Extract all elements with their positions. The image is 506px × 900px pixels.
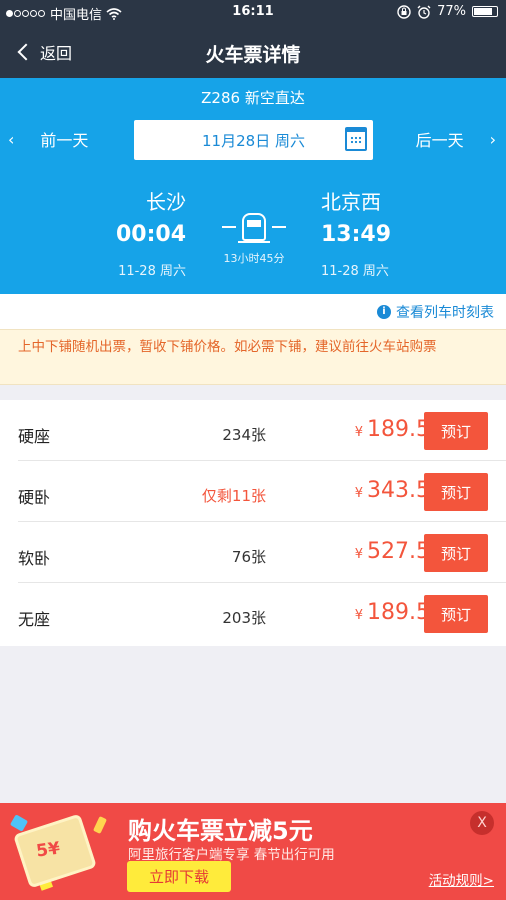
chevron-left-icon: ‹ <box>8 129 15 149</box>
seat-availability: 仅剩11张 <box>201 487 266 505</box>
berth-notice: 上中下铺随机出票，暂收下铺价格。如必需下铺，建议前往火车站购票 <box>0 329 506 385</box>
arrival-city: 北京西 <box>321 190 381 214</box>
coupon-ticket-text: 5¥ <box>35 838 62 862</box>
book-button[interactable]: 预订 <box>424 412 488 450</box>
train-header: Z286 新空直达 ‹ 前一天 11月28日 周六 后一天 › 长沙 00:04… <box>0 78 506 294</box>
timetable-link[interactable]: i 查看列车时刻表 <box>377 302 494 322</box>
currency-symbol: ¥ <box>354 425 364 440</box>
confetti-decoration <box>92 816 108 834</box>
departure-date: 11-28 周六 <box>118 264 186 279</box>
seat-type: 硬卧 <box>18 488 51 507</box>
rules-link[interactable]: 活动规则> <box>429 869 494 889</box>
trip-duration: 13小时45分 <box>223 252 285 265</box>
date-picker[interactable]: 11月28日 周六 <box>134 120 373 160</box>
price-value: 189.5 <box>367 600 430 625</box>
promo-subtitle: 阿里旅行客户端专享 春节出行可用 <box>128 847 335 863</box>
price-value: 343.5 <box>367 478 430 503</box>
seat-type: 硬座 <box>18 427 51 446</box>
chevron-right-icon: › <box>489 129 496 149</box>
confetti-decoration <box>9 814 29 832</box>
seat-row: 软卧 76张 ¥527.5 预订 <box>18 522 506 583</box>
timetable-row: i 查看列车时刻表 <box>0 294 506 329</box>
train-icon <box>214 212 294 243</box>
seat-list: 硬座 234张 ¥189.5 预订 硬卧 仅剩11张 ¥343.5 预订 软卧 76张 ¥527.5… <box>0 400 506 646</box>
status-bar: 中国电信 16:11 77% <box>0 0 506 26</box>
promo-banner: 5¥ 购火车票立减5元 阿里旅行客户端专享 春节出行可用 立即下载 活动规则> … <box>0 803 506 900</box>
date-bar: ‹ 前一天 11月28日 周六 后一天 › <box>0 118 506 160</box>
prev-day-label: 前一天 <box>40 131 89 150</box>
lock-rotation-icon <box>397 4 411 19</box>
seat-type: 无座 <box>18 610 51 629</box>
price-value: 189.5 <box>367 417 430 442</box>
currency-symbol: ¥ <box>354 486 364 501</box>
seat-row: 无座 203张 ¥189.5 预订 <box>18 583 506 644</box>
seat-row: 硬卧 仅剩11张 ¥343.5 预订 <box>18 461 506 522</box>
book-button[interactable]: 预订 <box>424 595 488 633</box>
departure-city: 长沙 <box>146 190 186 214</box>
prev-day-button[interactable]: ‹ 前一天 <box>8 118 88 160</box>
route-middle: 13小时45分 <box>214 212 294 266</box>
status-right: 77% <box>397 4 498 19</box>
book-button[interactable]: 预订 <box>424 534 488 572</box>
departure: 长沙 00:04 11-28 周六 <box>116 186 186 279</box>
seat-price: ¥343.5 <box>355 478 430 503</box>
battery-percent: 77% <box>437 4 466 19</box>
close-promo-button[interactable]: X <box>470 811 494 835</box>
departure-time: 00:04 <box>115 222 186 247</box>
timetable-link-label: 查看列车时刻表 <box>396 305 494 321</box>
next-day-label: 后一天 <box>415 131 464 150</box>
seat-price: ¥527.5 <box>355 539 430 564</box>
currency-symbol: ¥ <box>354 608 364 623</box>
currency-symbol: ¥ <box>354 547 364 562</box>
arrival: 北京西 13:49 11-28 周六 <box>321 186 391 279</box>
info-icon: i <box>377 305 391 319</box>
route-info: 长沙 00:04 11-28 周六 13小时45分 北京西 13:49 11-2… <box>0 186 506 286</box>
promo-title: 购火车票立减5元 <box>128 817 313 845</box>
seat-availability: 76张 <box>231 548 266 566</box>
battery-icon <box>472 6 498 17</box>
seat-availability: 234张 <box>222 426 266 444</box>
seat-row: 硬座 234张 ¥189.5 预订 <box>18 400 506 461</box>
seat-price: ¥189.5 <box>355 600 430 625</box>
seat-availability: 203张 <box>222 609 266 627</box>
next-day-button[interactable]: 后一天 › <box>416 118 496 160</box>
download-button[interactable]: 立即下载 <box>127 861 231 892</box>
page-title: 火车票详情 <box>205 44 301 66</box>
book-button[interactable]: 预订 <box>424 473 488 511</box>
arrival-date: 11-28 周六 <box>321 264 389 279</box>
seat-type: 软卧 <box>18 549 51 568</box>
train-name: Z286 新空直达 <box>201 89 305 107</box>
date-label: 11月28日 周六 <box>202 131 305 150</box>
arrival-time: 13:49 <box>321 222 392 247</box>
nav-bar: 返回 火车票详情 <box>0 26 506 78</box>
alarm-icon <box>417 5 431 19</box>
calendar-icon <box>345 127 367 151</box>
price-value: 527.5 <box>367 539 430 564</box>
seat-price: ¥189.5 <box>355 417 430 442</box>
